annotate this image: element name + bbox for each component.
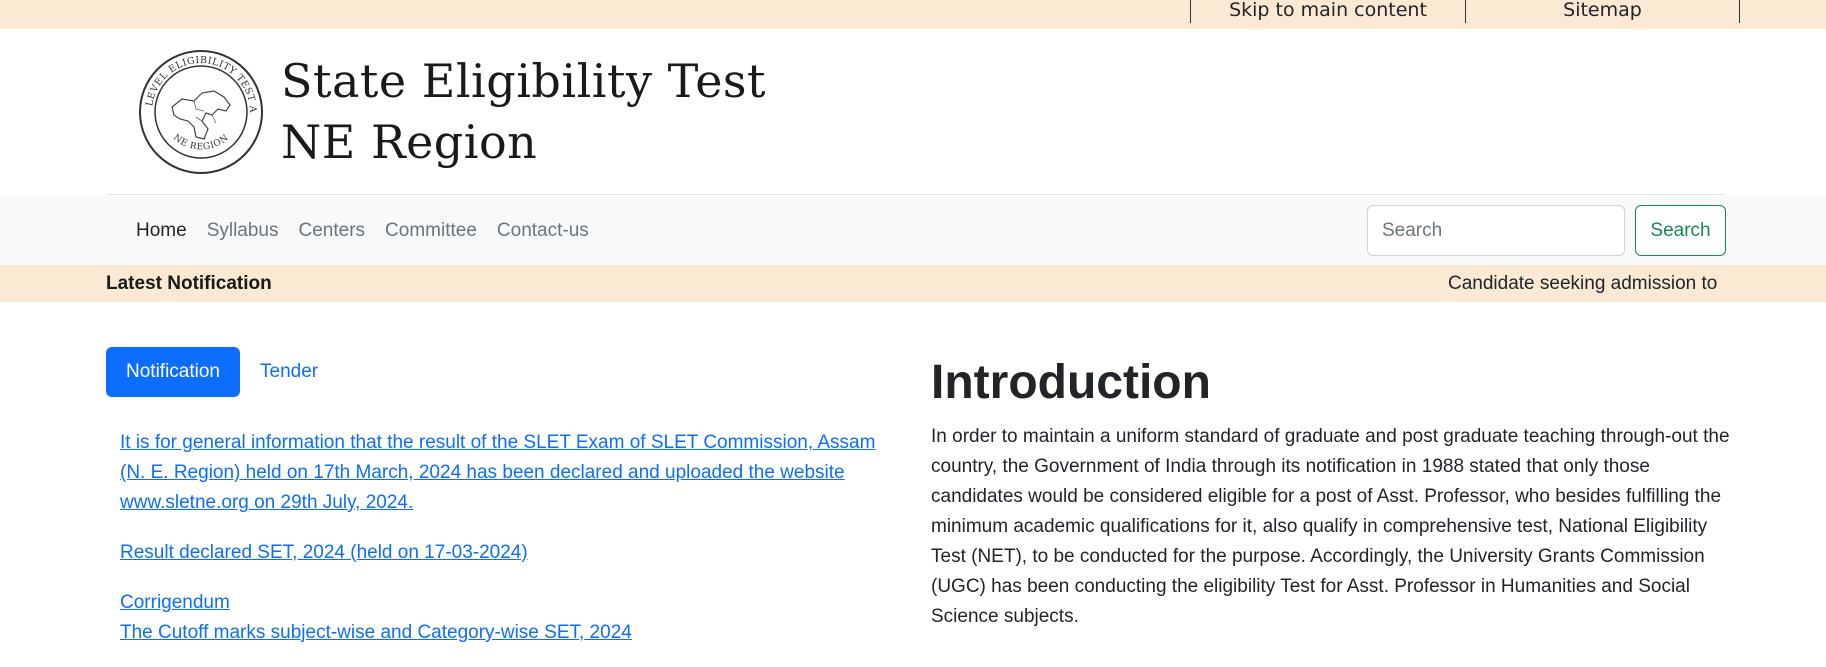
nav-item-centers[interactable]: Centers bbox=[289, 220, 376, 242]
introduction-text: In order to maintain a uniform standard … bbox=[931, 426, 1730, 627]
marquee-text[interactable]: Candidate seeking admission to bbox=[1440, 265, 1726, 302]
search-button[interactable]: Search bbox=[1635, 205, 1726, 256]
slet-seal-logo[interactable]: STATE LEVEL ELIGIBILITY TEST ASSAM NE RE… bbox=[138, 49, 264, 175]
introduction-section: Introduction In order to maintain a unif… bbox=[931, 352, 1731, 632]
notification-link-result-declared[interactable]: Result declared SET, 2024 (held on 17-03… bbox=[120, 538, 880, 568]
sitemap-link[interactable]: Sitemap bbox=[1465, 0, 1740, 23]
site-title-line1: State Eligibility Test bbox=[281, 54, 767, 108]
notification-link-result-info[interactable]: It is for general information that the r… bbox=[120, 428, 880, 518]
nav-item-committee[interactable]: Committee bbox=[375, 220, 487, 242]
utility-bar: Skip to main content Sitemap bbox=[0, 0, 1826, 29]
notification-list: It is for general information that the r… bbox=[120, 428, 880, 648]
search-input[interactable] bbox=[1367, 205, 1625, 256]
skip-to-content-link[interactable]: Skip to main content bbox=[1190, 0, 1465, 23]
nav-menu: Home Syllabus Centers Committee Contact-… bbox=[126, 196, 599, 265]
main-navbar: Home Syllabus Centers Committee Contact-… bbox=[0, 196, 1826, 265]
notification-link-corrigendum[interactable]: Corrigendum bbox=[120, 588, 880, 618]
nav-item-syllabus[interactable]: Syllabus bbox=[197, 220, 289, 242]
nav-item-contact-us[interactable]: Contact-us bbox=[487, 220, 599, 242]
site-header: STATE LEVEL ELIGIBILITY TEST ASSAM NE RE… bbox=[106, 29, 1726, 195]
latest-notification-bar: Latest Notification Candidate seeking ad… bbox=[0, 265, 1826, 302]
site-title: State Eligibility Test NE Region bbox=[281, 51, 766, 173]
site-title-line2: NE Region bbox=[281, 115, 538, 169]
notification-marquee: Candidate seeking admission to bbox=[1440, 265, 1726, 302]
introduction-heading: Introduction bbox=[931, 356, 1211, 409]
tab-notification[interactable]: Notification bbox=[106, 347, 240, 397]
nav-item-home[interactable]: Home bbox=[126, 220, 197, 242]
latest-notification-label: Latest Notification bbox=[106, 273, 272, 294]
tab-tender[interactable]: Tender bbox=[240, 347, 338, 397]
notice-tabs: Notification Tender bbox=[106, 347, 338, 397]
notification-link-cutoff-marks[interactable]: The Cutoff marks subject-wise and Catego… bbox=[120, 618, 880, 648]
